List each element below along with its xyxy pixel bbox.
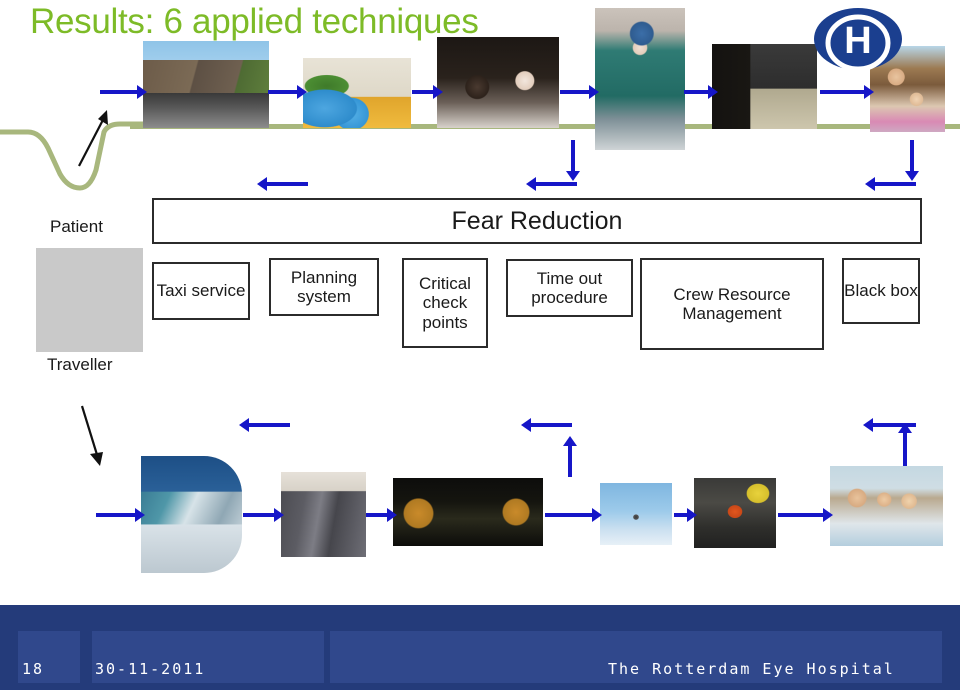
flow-arrow-right-top-2 bbox=[268, 85, 307, 99]
waiting-room-photo bbox=[303, 58, 411, 128]
footer-date: 30-11-2011 bbox=[95, 660, 206, 678]
technique-label: Black box bbox=[844, 281, 918, 301]
traveller-entry-arrow-icon bbox=[80, 405, 103, 466]
technique-label: Taxi service bbox=[156, 281, 246, 301]
aircraft-cabin-photo bbox=[281, 472, 366, 557]
link-arrow-left-bottom-1 bbox=[239, 418, 290, 432]
role-label-patient: Patient bbox=[50, 217, 103, 236]
technique-box-crew-resource-management[interactable]: Crew Resource Management bbox=[640, 258, 824, 350]
fear-reduction-box: Fear Reduction bbox=[152, 198, 922, 244]
recovery-arrow-icon bbox=[78, 110, 108, 167]
flow-arrow-right-top-4 bbox=[560, 85, 599, 99]
flow-arrow-right-bottom-4 bbox=[545, 508, 602, 522]
aircraft-in-flight-photo bbox=[600, 483, 672, 545]
link-arrow-left-top-3 bbox=[865, 177, 916, 191]
technique-box-taxi-service[interactable]: Taxi service bbox=[152, 262, 250, 320]
eye-examination-photo bbox=[437, 37, 559, 128]
baggage-handling-photo bbox=[694, 478, 776, 548]
logo-letter: H bbox=[844, 20, 871, 62]
flow-arrow-right-top-3 bbox=[412, 85, 443, 99]
technique-box-critical-check-points[interactable]: Critical check points bbox=[402, 258, 488, 348]
link-arrow-up-cockpit bbox=[563, 436, 577, 477]
role-label-traveller: Traveller bbox=[47, 355, 113, 374]
monitor-wall-photo bbox=[712, 44, 817, 129]
technique-box-black-box[interactable]: Black box bbox=[842, 258, 920, 324]
rotterdam-eye-hospital-logo: H bbox=[814, 8, 902, 72]
slide-canvas: Results: 6 applied techniques H Patient … bbox=[0, 0, 960, 690]
technique-label: Time out procedure bbox=[531, 268, 608, 307]
technique-box-time-out-procedure[interactable]: Time out procedure bbox=[506, 259, 633, 317]
technique-label: Crew Resource Management bbox=[673, 284, 791, 323]
page-title: Results: 6 applied techniques bbox=[30, 2, 479, 41]
technique-box-planning-system[interactable]: Planning system bbox=[269, 258, 379, 316]
technique-label: Critical check points bbox=[419, 274, 471, 332]
link-arrow-down-surgery bbox=[566, 140, 580, 181]
family-holiday-photo bbox=[830, 466, 943, 546]
cockpit-photo bbox=[393, 478, 543, 546]
flow-arrow-right-bottom-2 bbox=[243, 508, 284, 522]
footer-slide-number: 18 bbox=[22, 660, 45, 678]
flow-arrow-right-top-5 bbox=[684, 85, 718, 99]
slide-footer: 18 30-11-2011 The Rotterdam Eye Hospital bbox=[0, 605, 960, 690]
flow-arrow-right-top-1 bbox=[100, 85, 147, 99]
airport-terminal-photo bbox=[141, 456, 242, 573]
link-arrow-down-outcome bbox=[905, 140, 919, 181]
flow-arrow-right-top-6 bbox=[820, 85, 874, 99]
footer-organisation: The Rotterdam Eye Hospital bbox=[608, 660, 895, 678]
link-arrow-left-top-2 bbox=[526, 177, 577, 191]
fear-reduction-label: Fear Reduction bbox=[451, 207, 623, 235]
flow-arrow-right-bottom-3 bbox=[366, 508, 397, 522]
flow-arrow-right-bottom-1 bbox=[96, 508, 145, 522]
link-arrow-left-bottom-2 bbox=[521, 418, 572, 432]
flow-arrow-right-bottom-6 bbox=[778, 508, 833, 522]
hospital-building-photo bbox=[143, 41, 269, 128]
surgery-photo bbox=[595, 8, 685, 150]
flow-arrow-right-bottom-5 bbox=[674, 508, 697, 522]
home-photo bbox=[36, 248, 143, 352]
link-arrow-left-top-1 bbox=[257, 177, 308, 191]
technique-label: Planning system bbox=[290, 267, 358, 306]
